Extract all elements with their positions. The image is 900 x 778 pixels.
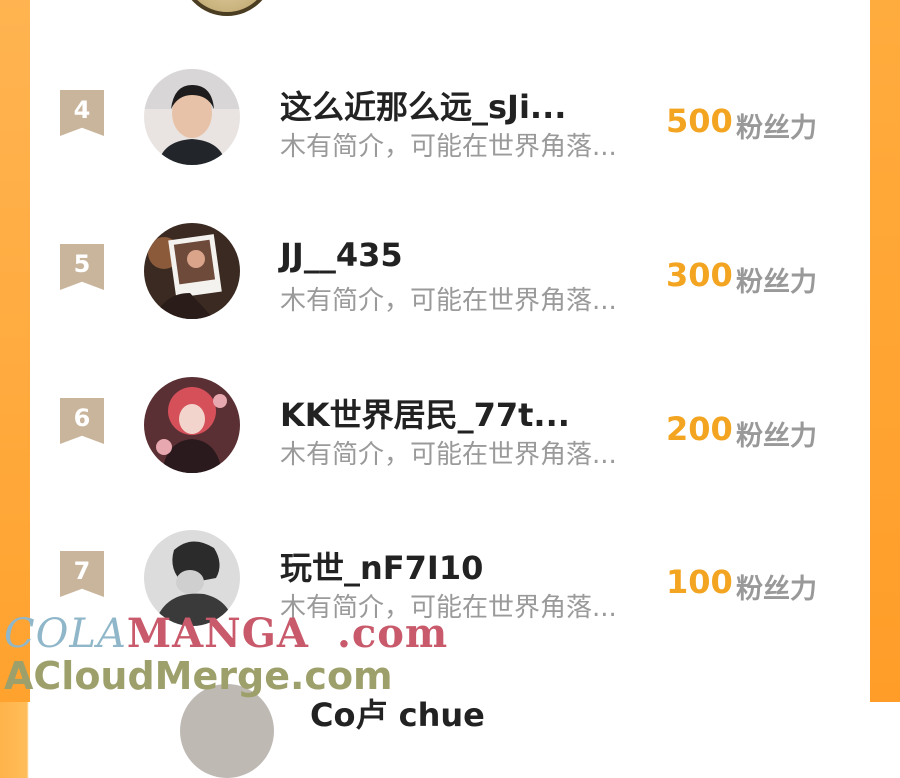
user-name[interactable]: 玩世_nF7I10 <box>280 543 483 589</box>
user-bio: 木有简介，可能在世界角落... <box>280 132 617 162</box>
avatar-previous-rank[interactable] <box>180 0 274 16</box>
fan-power-unit: 粉丝力 <box>736 421 817 452</box>
user-bio: 木有简介，可能在世界角落... <box>280 440 617 470</box>
rank-badge: 4 <box>60 90 104 136</box>
leaderboard-panel: 4 这么近那么远_sJi... 木有简介，可能在世界角落... 500 粉丝力 … <box>30 0 870 778</box>
leaderboard-row[interactable]: 4 这么近那么远_sJi... 木有简介，可能在世界角落... 500 粉丝力 <box>30 64 870 184</box>
user-name[interactable]: KK世界居民_77t... <box>280 390 570 436</box>
avatar-next-rank[interactable] <box>180 684 274 778</box>
fan-power-score: 500 <box>666 102 733 140</box>
watermark-part-a: COLA <box>4 611 127 657</box>
fan-power-unit: 粉丝力 <box>736 574 817 605</box>
leaderboard-row[interactable]: 5 JJ__435 木有简介，可能在世界角落... 300 粉丝力 <box>30 218 870 338</box>
right-orange-border <box>870 0 900 702</box>
user-bio: 木有简介，可能在世界角落... <box>280 286 617 316</box>
watermark-part-c: .com <box>336 610 449 657</box>
fan-power-unit: 粉丝力 <box>736 267 817 298</box>
left-orange-border <box>0 0 30 702</box>
rank-badge: 6 <box>60 398 104 444</box>
watermark-acloudmerge: ACloudMerge.com <box>4 654 393 698</box>
avatar[interactable] <box>144 377 240 473</box>
watermark-part-b: MANGA <box>126 610 309 657</box>
rank-badge: 5 <box>60 244 104 290</box>
avatar[interactable] <box>144 223 240 319</box>
watermark-colamanga: COLAMANGA .com <box>4 610 448 657</box>
fan-power-unit: 粉丝力 <box>736 113 817 144</box>
user-name[interactable]: JJ__435 <box>280 236 403 274</box>
user-name[interactable]: 这么近那么远_sJi... <box>280 82 566 128</box>
leaderboard-row[interactable]: 6 KK世界居民_77t... 木有简介，可能在世界角落... 200 粉丝力 <box>30 372 870 492</box>
fan-power-score: 100 <box>666 563 733 601</box>
fan-power-score: 200 <box>666 410 733 448</box>
fan-power-score: 300 <box>666 256 733 294</box>
avatar[interactable] <box>144 69 240 165</box>
rank-badge: 7 <box>60 551 104 597</box>
